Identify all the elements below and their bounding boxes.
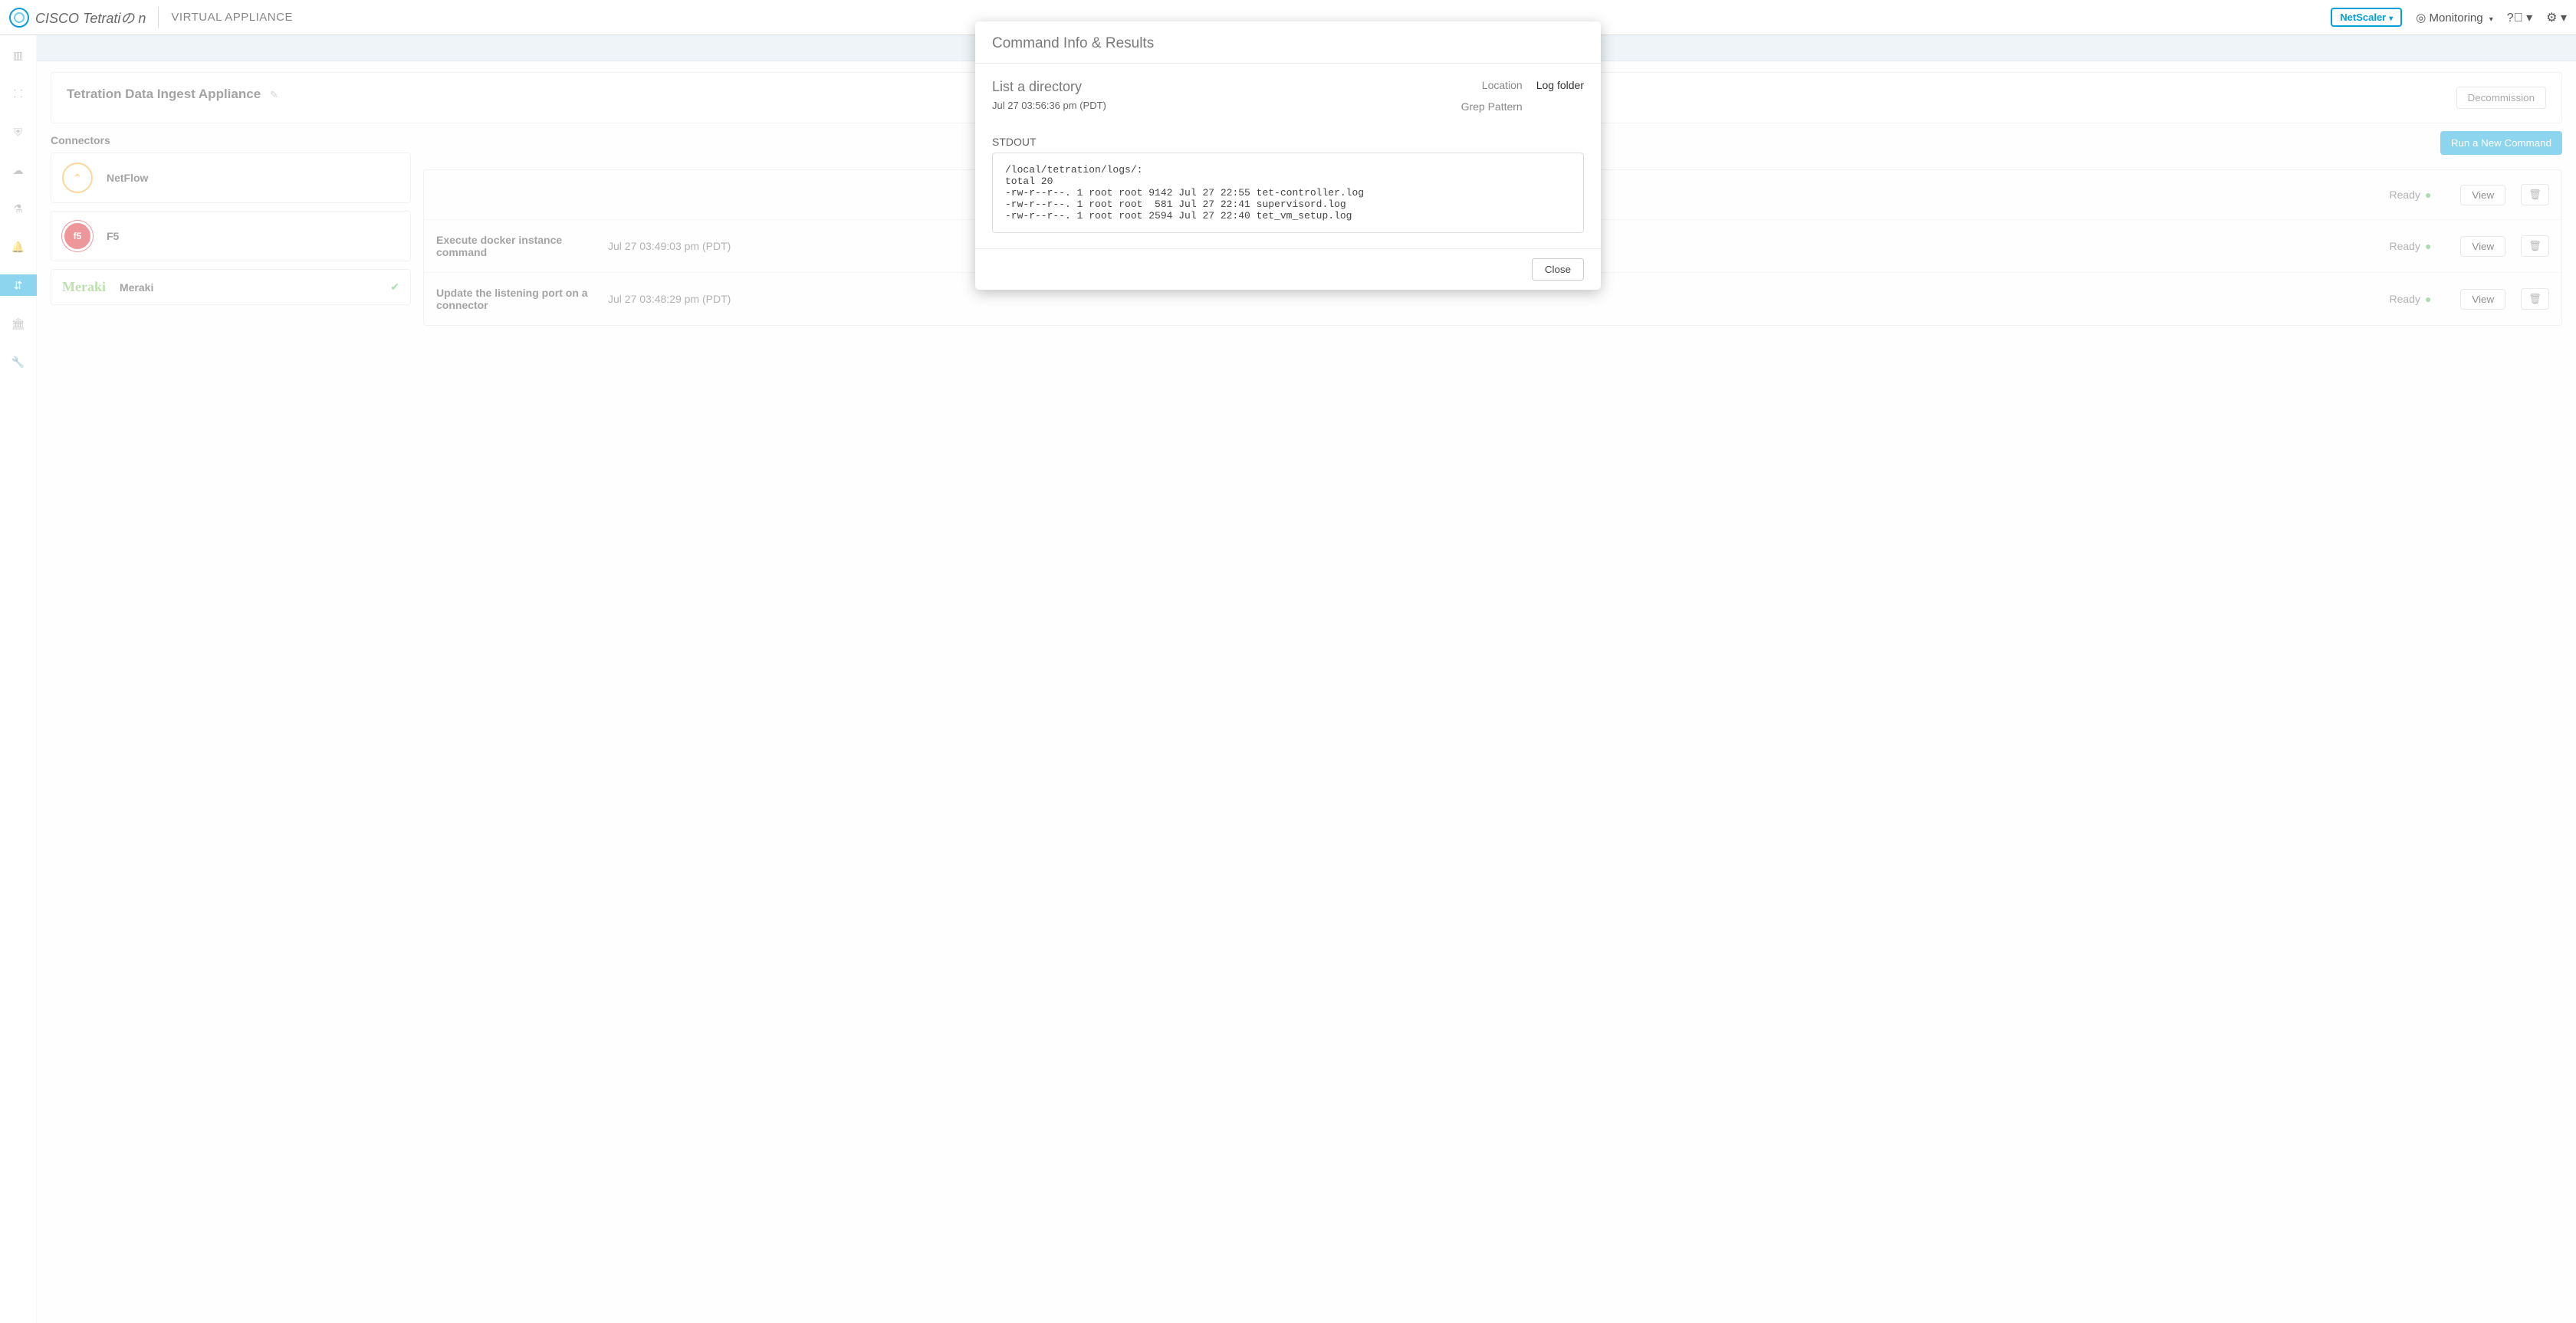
page-subtitle: VIRTUAL APPLIANCE	[171, 11, 293, 24]
topbar-right: NetScaler▾ ◎ Monitoring ▾ ?⃝ ▾ ⚙ ▾	[2331, 8, 2567, 27]
target-icon: ◎	[2416, 11, 2426, 25]
close-button[interactable]: Close	[1532, 258, 1584, 281]
chevron-down-icon: ▾	[2489, 15, 2493, 24]
modal-title: Command Info & Results	[975, 21, 1601, 64]
brand-logo[interactable]: CISCO Tetratiの n	[9, 8, 146, 28]
grep-label: Grep Pattern	[1454, 100, 1523, 113]
divider	[158, 7, 159, 28]
modal-kv-block: Location Log folder Grep Pattern	[1454, 79, 1584, 122]
settings-gear-icon[interactable]: ⚙ ▾	[2546, 10, 2567, 25]
stdout-label: STDOUT	[992, 136, 1584, 148]
chevron-down-icon: ▾	[2389, 15, 2393, 23]
monitoring-label: Monitoring	[2430, 11, 2483, 25]
brand-text: CISCO Tetratiの n	[35, 8, 146, 28]
help-icon[interactable]: ?⃝ ▾	[2507, 10, 2532, 25]
stdout-output: /local/tetration/logs/: total 20 -rw-r--…	[992, 153, 1584, 233]
logo-icon	[9, 8, 29, 28]
location-value: Log folder	[1536, 79, 1584, 91]
scope-label: NetScaler	[2340, 11, 2386, 23]
modal-command-name: List a directory	[992, 79, 1454, 95]
location-label: Location	[1454, 79, 1523, 91]
monitoring-menu[interactable]: ◎ Monitoring ▾	[2416, 11, 2493, 25]
scope-selector[interactable]: NetScaler▾	[2331, 8, 2402, 27]
modal-timestamp: Jul 27 03:56:36 pm (PDT)	[992, 100, 1454, 111]
command-results-modal: Command Info & Results List a directory …	[975, 21, 1601, 290]
